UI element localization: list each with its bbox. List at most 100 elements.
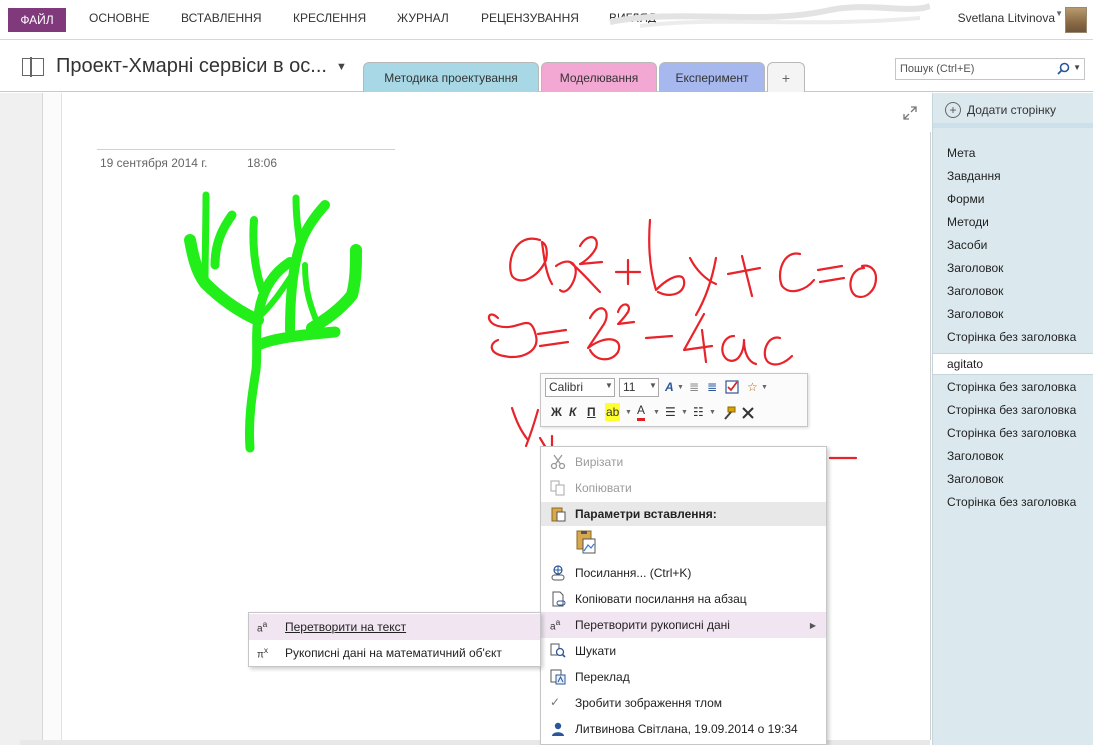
convert-to-math-label: Рукописні дані на математичний об'єкт [285, 646, 502, 660]
cut-label: Вирізати [575, 455, 624, 469]
convert-to-text-label: Перетворити на текст [285, 620, 407, 634]
highlight-icon[interactable]: ab [605, 403, 621, 421]
file-tab[interactable]: ФАЙЛ [8, 8, 66, 32]
copy-menu-item[interactable]: Копіювати [541, 475, 826, 501]
chevron-down-icon[interactable]: ▼ [677, 384, 684, 391]
decrease-indent-icon[interactable]: ≣ [689, 378, 699, 396]
bullets-icon[interactable]: ☰ [665, 403, 676, 421]
notebook-bar: Проект-Хмарні сервіси в ос... ▼ Методика… [0, 40, 1093, 92]
chevron-down-icon[interactable]: ▼ [1073, 63, 1081, 72]
copy-label: Копіювати [575, 481, 632, 495]
author-label: Литвинова Світлана, 19.09.2014 о 19:34 [575, 722, 798, 736]
underline-button[interactable]: П [587, 403, 596, 421]
add-page-icon: + [945, 102, 961, 118]
chevron-down-icon[interactable]: ▼ [605, 381, 613, 390]
chevron-down-icon[interactable]: ▼ [649, 381, 657, 390]
bold-button[interactable]: Ж [551, 403, 562, 421]
tab-draw[interactable]: КРЕСЛЕННЯ [293, 11, 366, 25]
search-menu-icon [550, 643, 566, 658]
clear-format-icon[interactable] [741, 406, 755, 420]
page-item[interactable]: Сторінка без заголовка [933, 399, 1093, 421]
user-icon [552, 722, 564, 736]
copy-link-icon [552, 591, 566, 607]
page-item[interactable]: Заголовок [933, 303, 1093, 325]
convert-ink-icon: aa [550, 617, 561, 633]
tab-home[interactable]: ОСНОВНЕ [89, 11, 150, 25]
search-label: Шукати [575, 644, 617, 658]
tab-experiment[interactable]: Експеримент [659, 62, 765, 92]
search-placeholder: Пошук (Ctrl+E) [900, 63, 975, 75]
increase-indent-icon[interactable]: ≣ [707, 378, 717, 396]
paste-options-label: Параметри вставлення: [575, 507, 717, 521]
page-item[interactable]: Сторінка без заголовка [933, 376, 1093, 398]
pages-pane: + Додати сторінку Мета Завдання Форми Ме… [932, 93, 1093, 745]
user-name[interactable]: Svetlana Litvinova [958, 11, 1055, 25]
convert-to-text-item[interactable]: aa Перетворити на текст [249, 614, 540, 640]
copy-link-label: Копіювати посилання на абзац [575, 592, 747, 606]
search-input[interactable]: Пошук (Ctrl+E) ▼ [895, 58, 1085, 80]
set-background-menu-item[interactable]: ✓ Зробити зображення тлом [541, 690, 826, 716]
tab-methodology[interactable]: Методика проектування [363, 62, 539, 92]
chevron-down-icon[interactable]: ▼ [625, 409, 632, 416]
copy-link-menu-item[interactable]: Копіювати посилання на абзац [541, 586, 826, 612]
chevron-down-icon[interactable]: ▼ [709, 409, 716, 416]
avatar[interactable] [1065, 7, 1087, 33]
page-item[interactable]: Форми [933, 188, 1093, 210]
copy-icon [550, 480, 565, 496]
convert-ink-submenu: aa Перетворити на текст πx Рукописні дан… [248, 612, 541, 667]
page-item[interactable]: Заголовок [933, 468, 1093, 490]
tab-review[interactable]: РЕЦЕНЗУВАННЯ [481, 11, 579, 25]
translate-icon [550, 669, 566, 685]
page-item[interactable]: Мета [933, 142, 1093, 164]
page-item[interactable]: Завдання [933, 165, 1093, 187]
tab-modeling[interactable]: Моделювання [541, 62, 657, 92]
ribbon: ФАЙЛ ОСНОВНЕ ВСТАВЛЕННЯ КРЕСЛЕННЯ ЖУРНАЛ… [0, 0, 1093, 40]
page-date: 19 сентября 2014 г. [100, 156, 208, 170]
cut-menu-item[interactable]: Вирізати [541, 449, 826, 475]
chevron-down-icon[interactable]: ▼ [681, 409, 688, 416]
checkmark-icon: ✓ [550, 695, 561, 709]
chevron-down-icon[interactable]: ▼ [1055, 9, 1063, 18]
notebook-icon[interactable] [22, 57, 44, 77]
add-section-button[interactable]: + [767, 62, 805, 92]
search-menu-item[interactable]: Шукати [541, 638, 826, 664]
tag-star-icon[interactable]: ☆ [747, 378, 758, 396]
link-menu-item[interactable]: Посилання... (Ctrl+K) [541, 560, 826, 586]
page-item[interactable]: Заголовок [933, 257, 1093, 279]
tab-history[interactable]: ЖУРНАЛ [397, 11, 449, 25]
chevron-down-icon[interactable]: ▼ [761, 384, 768, 391]
add-page-button[interactable]: + Додати сторінку [945, 102, 1056, 118]
checkbox-tag-icon[interactable] [725, 380, 739, 394]
notebook-title[interactable]: Проект-Хмарні сервіси в ос... [56, 55, 327, 78]
chevron-down-icon[interactable]: ▼ [336, 61, 347, 73]
left-gutter [0, 93, 42, 745]
page-item[interactable]: Засоби [933, 234, 1093, 256]
convert-ink-menu-item[interactable]: aa Перетворити рукописні дані ▶ [541, 612, 826, 638]
translate-menu-item[interactable]: Переклад [541, 664, 826, 690]
chevron-down-icon[interactable]: ▼ [653, 409, 660, 416]
paste-picture-icon[interactable] [575, 529, 597, 555]
page-item-selected[interactable]: agitato [933, 353, 1093, 375]
ink-to-text-icon: aa [257, 619, 268, 635]
scissors-icon [550, 454, 566, 470]
tab-insert[interactable]: ВСТАВЛЕННЯ [181, 11, 262, 25]
font-color-icon[interactable]: A [637, 403, 646, 421]
page-item[interactable]: Заголовок [933, 445, 1093, 467]
author-menu-item[interactable]: Литвинова Світлана, 19.09.2014 о 19:34 [541, 716, 826, 742]
page-item[interactable]: Методи [933, 211, 1093, 233]
styles-icon[interactable]: A [665, 378, 674, 396]
numbering-icon[interactable]: ☷ [693, 403, 704, 421]
convert-to-math-item[interactable]: πx Рукописні дані на математичний об'єкт [249, 640, 540, 666]
expand-icon[interactable] [903, 106, 917, 120]
page-item[interactable]: Заголовок [933, 280, 1093, 302]
pane-divider [933, 123, 1093, 128]
page-item[interactable]: Сторінка без заголовка [933, 326, 1093, 348]
page-item[interactable]: Сторінка без заголовка [933, 422, 1093, 444]
add-page-label: Додати сторінку [967, 103, 1057, 117]
format-painter-icon[interactable] [721, 405, 737, 421]
italic-button[interactable]: К [569, 403, 576, 421]
submenu-arrow-icon: ▶ [809, 620, 816, 630]
search-icon[interactable] [1057, 62, 1070, 75]
paste-options-header: Параметри вставлення: [541, 502, 826, 526]
page-item[interactable]: Сторінка без заголовка [933, 491, 1093, 513]
